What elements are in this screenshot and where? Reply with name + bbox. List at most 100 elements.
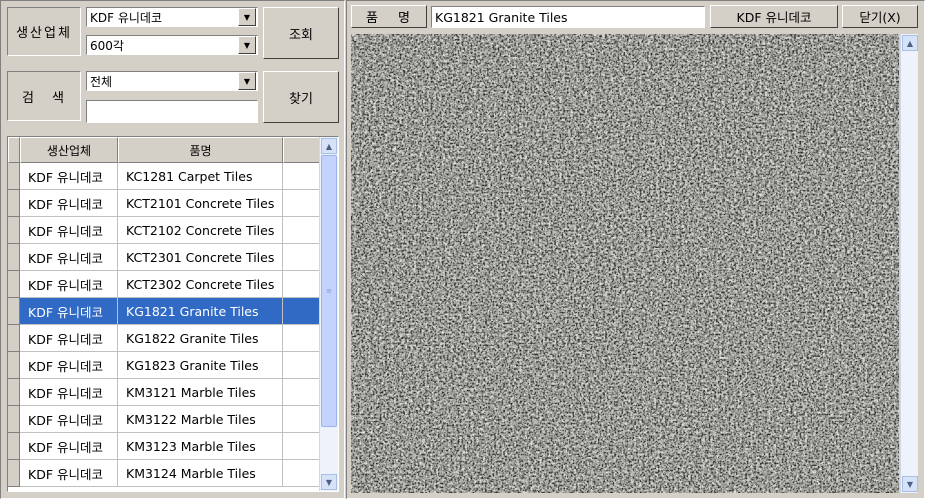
cell-maker[interactable]: KDF 유니데코	[20, 352, 118, 379]
maker-value: KDF 유니데코	[736, 10, 812, 25]
cell-filler	[283, 271, 320, 298]
cell-maker[interactable]: KDF 유니데코	[20, 298, 118, 325]
preview-scrollbar[interactable]: ▲ ▼	[900, 34, 918, 493]
cell-maker[interactable]: KDF 유니데코	[20, 190, 118, 217]
manufacturer-label-text: 생산업체	[16, 26, 72, 41]
cell-maker[interactable]: KDF 유니데코	[20, 217, 118, 244]
row-indicator[interactable]	[8, 325, 20, 352]
cell-filler	[283, 190, 320, 217]
cell-name[interactable]: KM3122 Marble Tiles	[118, 406, 283, 433]
size-select[interactable]: 600각 ▼	[86, 35, 258, 55]
table-row[interactable]: KDF 유니데코 KC1281 Carpet Tiles	[8, 163, 320, 190]
grid-scrollbar[interactable]: ▲ ≡ ▼	[319, 137, 338, 491]
cell-filler	[283, 352, 320, 379]
search-label-text: 검 색	[21, 90, 67, 106]
row-indicator[interactable]	[8, 190, 20, 217]
name-label-text: 품 명	[365, 11, 413, 26]
table-row[interactable]: KDF 유니데코 KG1821 Granite Tiles	[8, 298, 320, 325]
cell-name[interactable]: KM3124 Marble Tiles	[118, 460, 283, 487]
row-indicator[interactable]	[8, 460, 20, 487]
grid-scroll-thumb[interactable]: ≡	[321, 155, 337, 427]
table-row[interactable]: KDF 유니데코 KCT2301 Concrete Tiles	[8, 244, 320, 271]
cell-maker[interactable]: KDF 유니데코	[20, 433, 118, 460]
cell-name[interactable]: KCT2102 Concrete Tiles	[118, 217, 283, 244]
cell-filler	[283, 217, 320, 244]
search-label: 검 색	[7, 71, 81, 121]
cell-name[interactable]: KCT2101 Concrete Tiles	[118, 190, 283, 217]
table-row[interactable]: KDF 유니데코 KM3121 Marble Tiles	[8, 379, 320, 406]
table-row[interactable]: KDF 유니데코 KM3123 Marble Tiles	[8, 433, 320, 460]
maker-value-box: KDF 유니데코	[710, 5, 838, 28]
cell-filler	[283, 244, 320, 271]
name-value: KG1821 Granite Tiles	[435, 9, 568, 25]
manufacturer-select[interactable]: KDF 유니데코 ▼	[86, 7, 258, 27]
cell-name[interactable]: KG1822 Granite Tiles	[118, 325, 283, 352]
query-button[interactable]: 조회	[263, 7, 339, 59]
cell-filler	[283, 460, 320, 487]
row-indicator[interactable]	[8, 433, 20, 460]
cell-maker[interactable]: KDF 유니데코	[20, 244, 118, 271]
cell-maker[interactable]: KDF 유니데코	[20, 379, 118, 406]
column-header-filler	[283, 137, 320, 163]
cell-filler	[283, 163, 320, 190]
cell-maker[interactable]: KDF 유니데코	[20, 406, 118, 433]
size-select-value: 600각	[90, 38, 124, 53]
cell-name[interactable]: KM3123 Marble Tiles	[118, 433, 283, 460]
grip-icon: ≡	[326, 287, 332, 295]
find-button-label: 찾기	[289, 91, 313, 107]
cell-filler	[283, 379, 320, 406]
table-row[interactable]: KDF 유니데코 KCT2101 Concrete Tiles	[8, 190, 320, 217]
name-label: 품 명	[351, 5, 427, 28]
product-grid[interactable]: 생산업체 품명 KDF 유니데코 KC1281 Carpet Tiles KDF 유…	[7, 136, 339, 492]
cell-name[interactable]: KC1281 Carpet Tiles	[118, 163, 283, 190]
row-indicator[interactable]	[8, 406, 20, 433]
table-row[interactable]: KDF 유니데코 KM3124 Marble Tiles	[8, 460, 320, 487]
table-row[interactable]: KDF 유니데코 KCT2102 Concrete Tiles	[8, 217, 320, 244]
search-input[interactable]	[86, 100, 258, 123]
manufacturer-select-value: KDF 유니데코	[90, 10, 162, 25]
row-indicator[interactable]	[8, 271, 20, 298]
close-button[interactable]: 닫기(X)	[842, 5, 918, 28]
chevron-up-icon[interactable]: ▲	[321, 138, 337, 154]
cell-name[interactable]: KG1821 Granite Tiles	[118, 298, 283, 325]
cell-maker[interactable]: KDF 유니데코	[20, 460, 118, 487]
cell-maker[interactable]: KDF 유니데코	[20, 271, 118, 298]
name-value-field: KG1821 Granite Tiles	[431, 6, 705, 28]
row-indicator[interactable]	[8, 352, 20, 379]
grid-rows: KDF 유니데코 KC1281 Carpet Tiles KDF 유니데코 KCT21…	[8, 163, 320, 487]
column-header-maker[interactable]: 생산업체	[20, 137, 118, 163]
grid-header-indicator	[8, 137, 20, 163]
search-category-select[interactable]: 전체 ▼	[86, 71, 258, 91]
chevron-down-icon[interactable]: ▼	[321, 474, 337, 490]
cell-maker[interactable]: KDF 유니데코	[20, 325, 118, 352]
cell-name[interactable]: KM3121 Marble Tiles	[118, 379, 283, 406]
search-category-value: 전체	[90, 74, 113, 89]
row-indicator[interactable]	[8, 163, 20, 190]
column-header-name[interactable]: 품명	[118, 137, 283, 163]
cell-filler	[283, 298, 320, 325]
table-row[interactable]: KDF 유니데코 KCT2302 Concrete Tiles	[8, 271, 320, 298]
chevron-down-icon[interactable]: ▼	[238, 72, 256, 90]
row-indicator[interactable]	[8, 217, 20, 244]
cell-name[interactable]: KG1823 Granite Tiles	[118, 352, 283, 379]
grid-header: 생산업체 품명	[8, 137, 320, 163]
row-indicator[interactable]	[8, 298, 20, 325]
cell-maker[interactable]: KDF 유니데코	[20, 163, 118, 190]
tile-preview	[351, 34, 899, 493]
granite-texture-image	[351, 34, 899, 493]
chevron-down-icon[interactable]: ▼	[238, 36, 256, 54]
chevron-down-icon[interactable]: ▼	[238, 8, 256, 26]
cell-name[interactable]: KCT2301 Concrete Tiles	[118, 244, 283, 271]
table-row[interactable]: KDF 유니데코 KG1822 Granite Tiles	[8, 325, 320, 352]
manufacturer-label: 생산업체	[7, 7, 81, 56]
close-button-label: 닫기(X)	[859, 10, 901, 25]
row-indicator[interactable]	[8, 379, 20, 406]
table-row[interactable]: KDF 유니데코 KG1823 Granite Tiles	[8, 352, 320, 379]
cell-filler	[283, 325, 320, 352]
cell-name[interactable]: KCT2302 Concrete Tiles	[118, 271, 283, 298]
find-button[interactable]: 찾기	[263, 71, 339, 123]
row-indicator[interactable]	[8, 244, 20, 271]
chevron-down-icon[interactable]: ▼	[902, 476, 918, 492]
chevron-up-icon[interactable]: ▲	[902, 35, 918, 51]
table-row[interactable]: KDF 유니데코 KM3122 Marble Tiles	[8, 406, 320, 433]
